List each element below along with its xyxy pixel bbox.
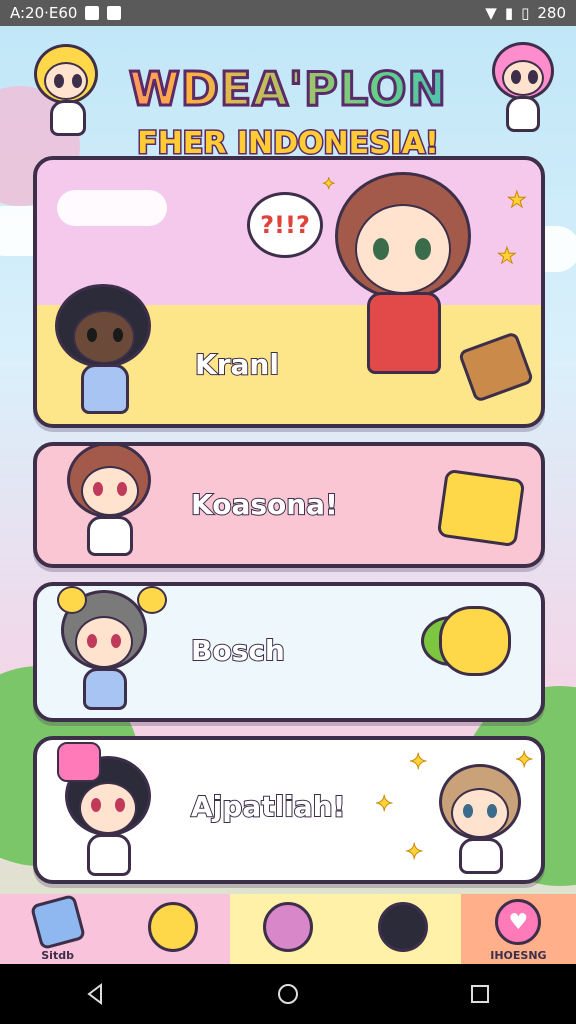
battery-level: 280: [537, 4, 566, 22]
backpack-icon: [29, 893, 86, 951]
yellow-bear-mascot-icon: [439, 606, 511, 676]
status-bar-left: A:20·E60: [10, 4, 122, 22]
chibi-brown-bear-girl: [55, 446, 165, 564]
chick-icon: [57, 586, 87, 614]
nav-item-backpack[interactable]: Sitdb: [0, 893, 116, 964]
nav-label-heart: IHOESNG: [490, 949, 547, 962]
menu-card-2[interactable]: Koasona!: [33, 442, 545, 568]
system-nav-bar: [0, 964, 576, 1024]
speech-bubble-text: ?!!?: [260, 211, 310, 239]
nav-label-backpack: Sitdb: [41, 949, 74, 962]
chibi-blonde-avatar-icon: [147, 902, 198, 952]
yellow-mascot-icon: [436, 468, 526, 548]
pink-hat-icon: [57, 742, 101, 782]
star-icon: ✦: [374, 792, 394, 818]
star-icon: ★: [497, 244, 518, 270]
nav-item-avatar-2[interactable]: [230, 894, 346, 964]
chick-icon: [137, 586, 167, 614]
battery-icon: ▯: [521, 4, 530, 22]
nav-item-heart[interactable]: ♥ IHOESNG: [460, 894, 576, 964]
card-4-label: Ajpatliah!: [190, 789, 346, 824]
chibi-black-hair-girl: [51, 742, 171, 880]
bottom-nav: Sitdb ♥ IHOESNG: [0, 893, 576, 964]
notification-icon-2: [107, 6, 122, 20]
signal-icon: ▮: [504, 4, 514, 22]
back-icon[interactable]: [85, 983, 107, 1005]
chibi-dark-avatar-icon: [378, 902, 429, 952]
status-bar-right: ▼ ▮ ▯ 280: [485, 4, 566, 22]
star-icon: ★: [507, 188, 528, 214]
status-bar: A:20·E60 ▼ ▮ ▯ 280: [0, 0, 576, 26]
chibi-dark-hair-kid: [47, 280, 157, 420]
card-1-label: Kranl: [194, 347, 280, 382]
notification-icon: [85, 6, 100, 20]
chibi-fox-ear-kid: [431, 758, 531, 878]
nav-item-avatar-3[interactable]: [345, 894, 461, 964]
star-icon: ✦: [408, 750, 428, 776]
heart-icon: ♥: [495, 899, 542, 945]
star-icon: ✦: [404, 840, 424, 866]
status-time: A:20·E60: [10, 4, 78, 22]
menu-card-4[interactable]: Ajpatliah! ✦ ✦ ✦ ✦: [33, 736, 545, 884]
card-3-label: Bosch: [190, 633, 286, 668]
home-icon[interactable]: [277, 983, 299, 1005]
speech-bubble: ?!!?: [247, 192, 323, 258]
card-2-label: Koasona!: [190, 487, 339, 522]
menu-card-3[interactable]: Bosch: [33, 582, 545, 722]
wifi-icon: ▼: [485, 4, 497, 22]
chibi-pink-avatar-icon: [263, 902, 313, 952]
game-scene: WDEA'PLON FHER INDONESIA! ?!!? Kranl ★ ★…: [0, 26, 576, 894]
cloud-decoration: [57, 190, 167, 226]
chibi-grey-hair-kid: [47, 586, 167, 718]
menu-card-1[interactable]: ?!!? Kranl ★ ★ ✦: [33, 156, 545, 428]
chibi-brown-hair-girl: [327, 160, 477, 400]
recents-icon[interactable]: [469, 983, 491, 1005]
game-title: WDEA'PLON: [0, 61, 576, 118]
star-icon: ✦: [321, 174, 336, 194]
nav-item-avatar-1[interactable]: [115, 894, 231, 964]
